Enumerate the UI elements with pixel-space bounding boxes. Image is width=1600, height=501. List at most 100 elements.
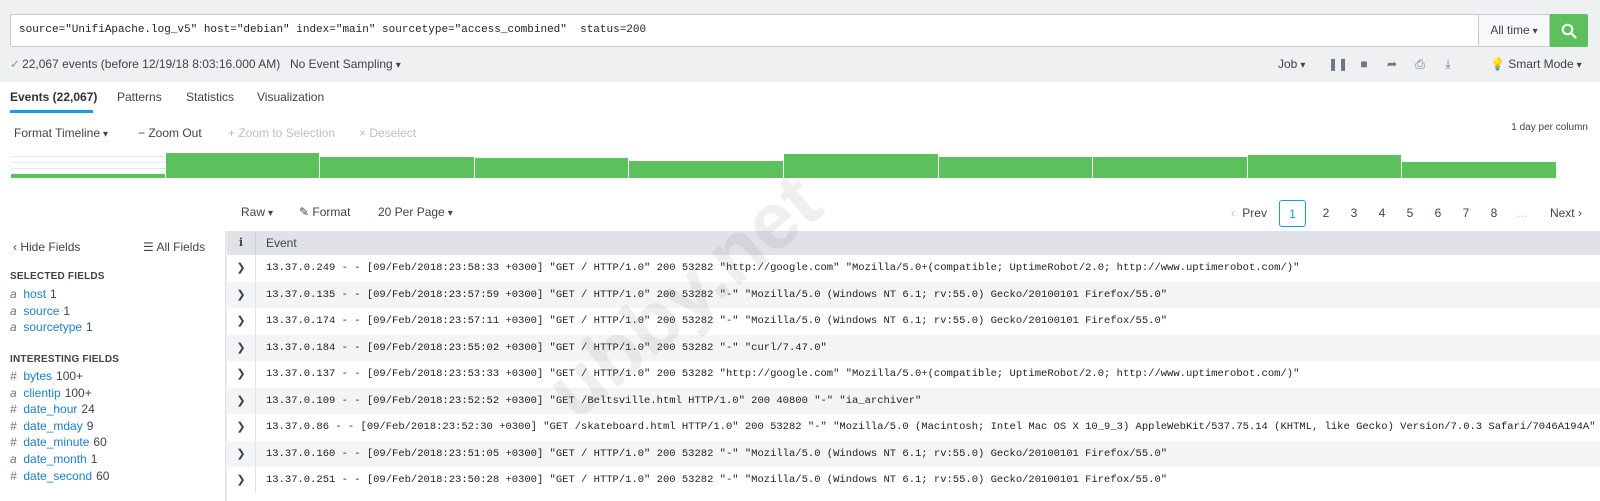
event-column-header: Event (266, 236, 297, 250)
field-type-icon: # (10, 369, 17, 383)
next-label: Next (1549, 206, 1575, 220)
event-raw-text[interactable]: 13.37.0.174 - - [09/Feb/2018:23:57:11 +0… (266, 308, 1167, 335)
time-range-picker[interactable]: All time (1478, 14, 1550, 47)
sampling-label: No Event Sampling (290, 57, 393, 71)
field-item[interactable]: a clientip 100+ (10, 386, 92, 400)
events-table: i Event ❯ 13.37.0.249 - - [09/Feb/2018:23… (227, 231, 1600, 501)
table-row: ❯ 13.37.0.109 - - [09/Feb/2018:23:52:52 +… (227, 387, 1600, 415)
format-label: Format (312, 205, 351, 219)
search-button[interactable] (1550, 14, 1588, 47)
timeline-bar[interactable] (1402, 162, 1557, 178)
hide-fields-button[interactable]: ‹ Hide Fields (13, 240, 80, 254)
chevron-right-icon[interactable]: ❯ (227, 414, 256, 441)
field-item[interactable]: a source 1 (10, 304, 70, 318)
field-type-icon: a (10, 385, 17, 400)
field-item[interactable]: # date_hour 24 (10, 402, 95, 416)
field-type-icon: a (10, 303, 17, 318)
page-link[interactable]: 6 (1426, 200, 1450, 226)
format-timeline-dropdown[interactable]: Format Timeline (14, 126, 108, 140)
timeline-bar[interactable] (629, 161, 784, 178)
list-icon: ☰ (143, 240, 154, 254)
tab-events[interactable]: Events (22,067) (10, 90, 97, 104)
chevron-right-icon[interactable]: ❯ (227, 255, 256, 282)
chevron-right-icon[interactable]: ❯ (227, 440, 256, 467)
export-icon[interactable]: ⤓ (1440, 57, 1456, 72)
format-button[interactable]: ✎ Format (299, 205, 350, 219)
chevron-right-icon[interactable]: ❯ (227, 467, 256, 494)
timeline-bar[interactable] (320, 157, 475, 178)
field-name: date_mday (23, 418, 83, 433)
chevron-right-icon[interactable]: ❯ (227, 308, 256, 335)
field-item[interactable]: # date_second 60 (10, 469, 109, 483)
page-ellipsis: ... (1516, 206, 1527, 220)
field-value-count: 1 (50, 287, 57, 301)
field-item[interactable]: a sourcetype 1 (10, 320, 93, 334)
table-row: ❯ 13.37.0.135 - - [09/Feb/2018:23:57:59 +… (227, 281, 1600, 309)
page-link[interactable]: 7 (1454, 200, 1478, 226)
field-item[interactable]: a host 1 (10, 287, 57, 301)
page-link[interactable]: 1 (1278, 199, 1306, 227)
timeline-chart[interactable] (11, 150, 1589, 178)
field-item[interactable]: a date_month 1 (10, 452, 97, 466)
search-mode-dropdown[interactable]: 💡 Smart Mode (1490, 57, 1582, 71)
event-raw-text[interactable]: 13.37.0.251 - - [09/Feb/2018:23:50:28 +0… (266, 467, 1167, 494)
chevron-right-icon[interactable]: ❯ (227, 334, 256, 361)
field-item[interactable]: # date_mday 9 (10, 419, 93, 433)
event-count: ✓ 22,067 events (before 12/19/18 8:03:16.… (10, 57, 280, 71)
page-link[interactable]: 3 (1342, 200, 1366, 226)
timeline-scale-label: 1 day per column (1511, 122, 1588, 133)
share-icon[interactable]: ➦ (1384, 57, 1400, 72)
event-raw-text[interactable]: 13.37.0.137 - - [09/Feb/2018:23:53:33 +0… (266, 361, 1299, 388)
next-page-link[interactable]: Next › (1546, 200, 1582, 226)
prev-page-link[interactable]: ‹ Prev (1231, 200, 1267, 226)
field-value-count: 24 (81, 402, 95, 417)
per-page-dropdown[interactable]: 20 Per Page (378, 205, 453, 219)
raw-dropdown[interactable]: Raw (241, 205, 273, 219)
event-raw-text[interactable]: 13.37.0.109 - - [09/Feb/2018:23:52:52 +0… (266, 388, 921, 415)
tab-visualization[interactable]: Visualization (257, 90, 324, 104)
timeline-bar[interactable] (474, 158, 630, 178)
per-page-label: 20 Per Page (378, 205, 445, 219)
results-tabs: Events (22,067) Patterns Statistics Visu… (0, 82, 1600, 114)
page-link[interactable]: 4 (1370, 200, 1394, 226)
tab-statistics[interactable]: Statistics (186, 90, 234, 104)
pause-icon[interactable]: ❚❚ (1328, 57, 1348, 72)
chevron-right-icon[interactable]: ❯ (227, 361, 256, 388)
chevron-right-icon[interactable]: ❯ (227, 387, 256, 414)
page-link[interactable]: 5 (1398, 200, 1422, 226)
timeline-gridline (11, 156, 166, 157)
timeline-bar[interactable] (165, 153, 321, 178)
event-sampling-dropdown[interactable]: No Event Sampling (290, 57, 401, 71)
page-link[interactable]: 2 (1314, 200, 1338, 226)
page-link[interactable]: 8 (1482, 200, 1506, 226)
zoom-to-selection-button[interactable]: + Zoom to Selection (228, 126, 335, 140)
chevron-right-icon[interactable]: ❯ (227, 281, 256, 308)
event-raw-text[interactable]: 13.37.0.160 - - [09/Feb/2018:23:51:05 +0… (266, 441, 1167, 468)
field-value-count: 1 (86, 320, 93, 335)
event-raw-text[interactable]: 13.37.0.249 - - [09/Feb/2018:23:58:33 +0… (266, 255, 1299, 282)
deselect-button[interactable]: × Deselect (359, 126, 416, 140)
job-menu[interactable]: Job (1278, 57, 1305, 71)
field-item[interactable]: # date_minute 60 (10, 435, 107, 449)
event-raw-text[interactable]: 13.37.0.86 - - [09/Feb/2018:23:52:30 +03… (266, 414, 1596, 441)
raw-label: Raw (241, 205, 266, 219)
fields-sidebar: ‹ Hide Fields ☰ All Fields SELECTED FIEL… (0, 231, 226, 501)
event-raw-text[interactable]: 13.37.0.184 - - [09/Feb/2018:23:55:02 +0… (266, 335, 827, 362)
field-item[interactable]: # bytes 100+ (10, 369, 83, 383)
search-input[interactable]: source="UnifiApache.log_v5" host="debian… (10, 14, 1478, 47)
zoom-to-selection-label: Zoom to Selection (238, 126, 336, 140)
field-name: source (23, 303, 60, 318)
zoom-out-button[interactable]: − Zoom Out (138, 126, 202, 140)
field-name: date_minute (23, 435, 90, 450)
print-icon[interactable]: ⎙ (1412, 57, 1428, 72)
event-raw-text[interactable]: 13.37.0.135 - - [09/Feb/2018:23:57:59 +0… (266, 282, 1167, 309)
timeline-bar[interactable] (938, 157, 1094, 178)
timeline-bar[interactable] (1093, 157, 1248, 178)
timeline-bar[interactable] (11, 174, 166, 178)
search-bar: source="UnifiApache.log_v5" host="debian… (10, 14, 1588, 47)
all-fields-button[interactable]: ☰ All Fields (143, 240, 205, 254)
timeline-bar[interactable] (784, 154, 939, 178)
timeline-bar[interactable] (1247, 155, 1403, 178)
stop-icon[interactable]: ■ (1356, 57, 1372, 72)
tab-patterns[interactable]: Patterns (117, 90, 162, 104)
